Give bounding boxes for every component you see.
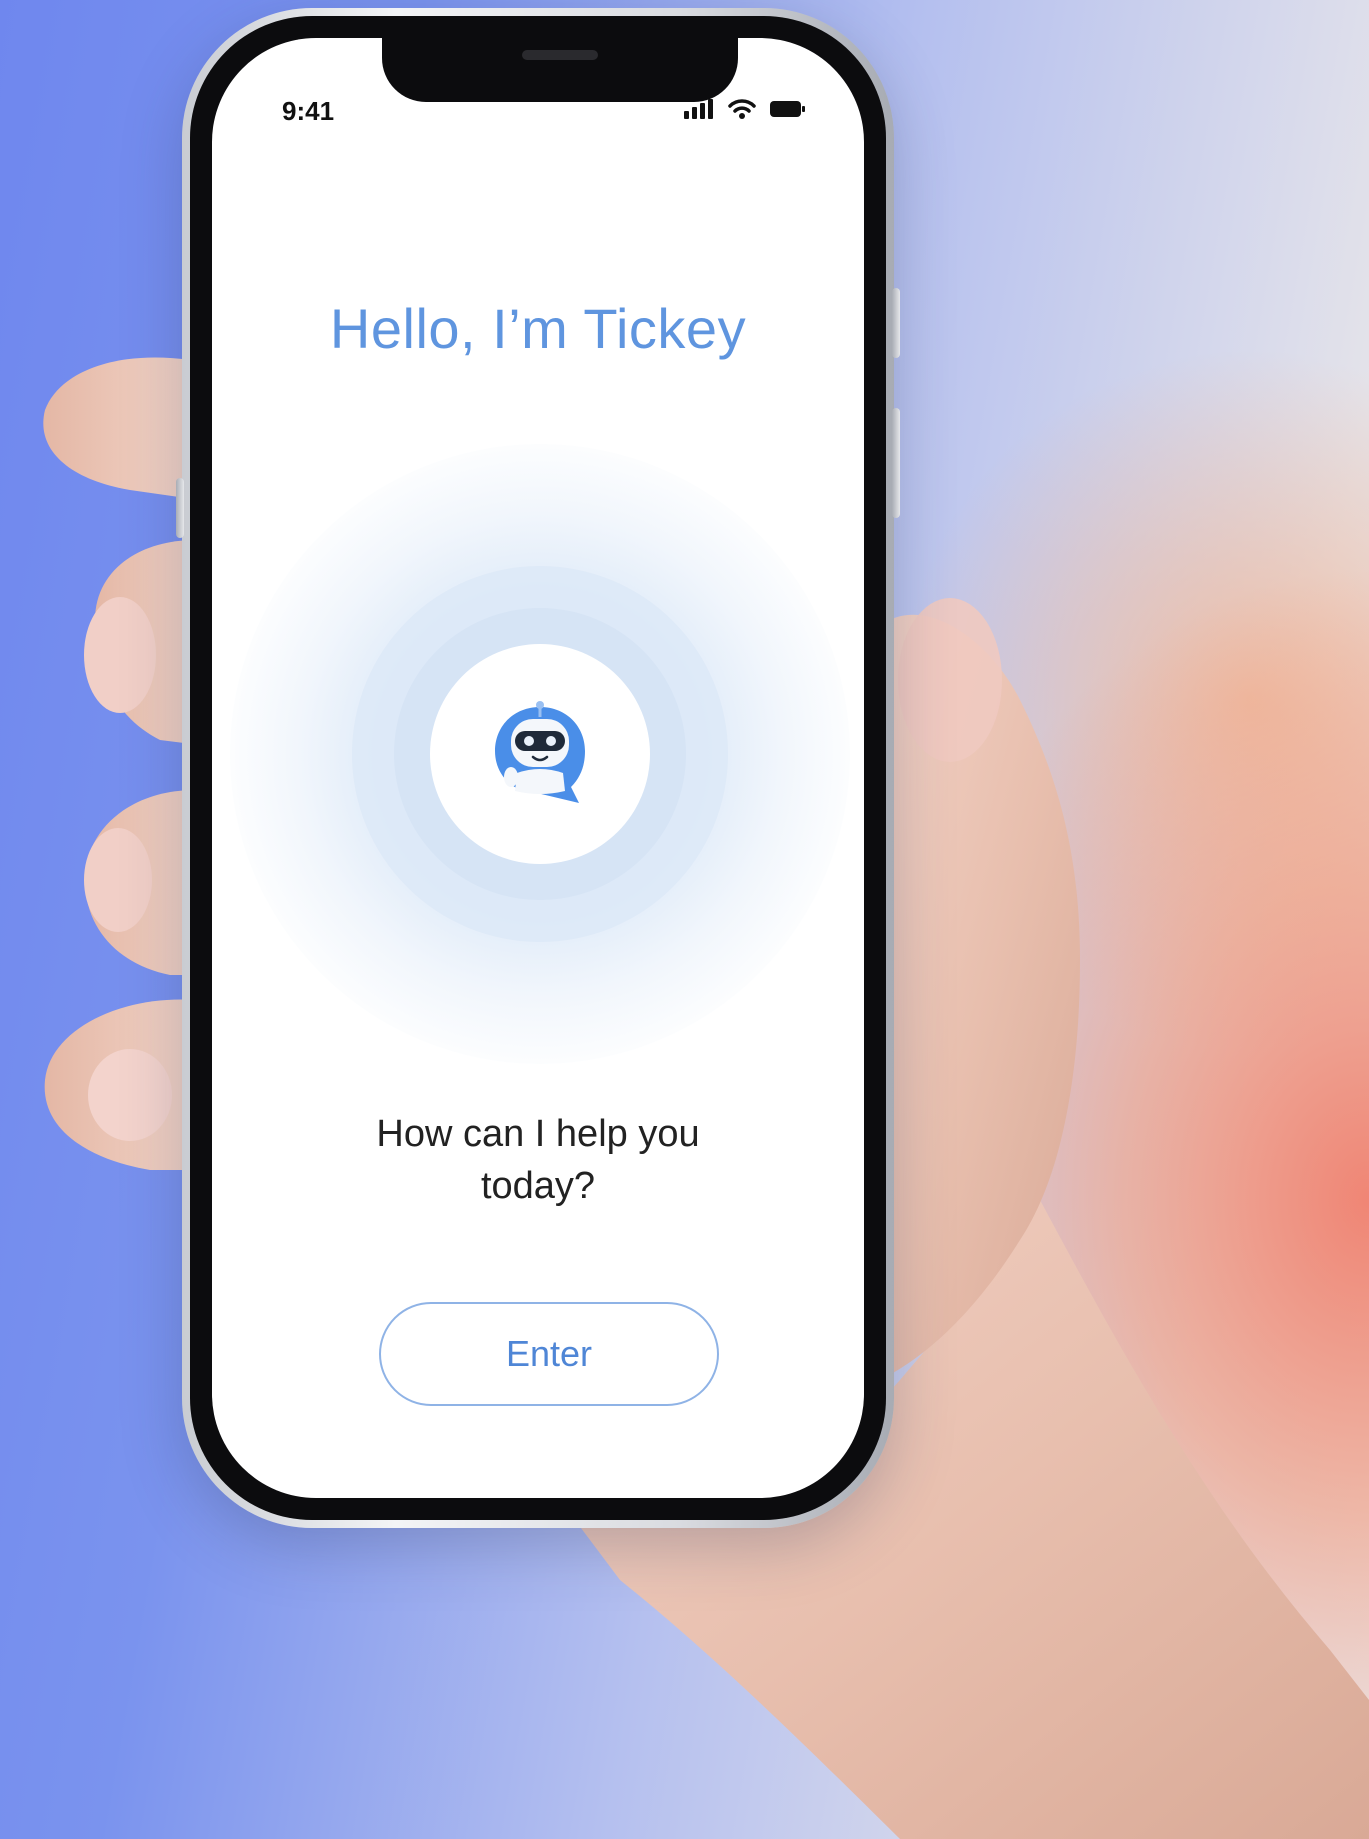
- phone-screen: 9:41 Hello, I’m Tickey How can I help yo…: [212, 38, 864, 1498]
- mute-switch: [176, 478, 184, 538]
- status-icons: [684, 98, 806, 120]
- help-prompt-line1: How can I help you: [376, 1113, 700, 1155]
- page-title: Hello, I’m Tickey: [329, 297, 747, 360]
- phone-bezel: 9:41 Hello, I’m Tickey How can I help yo…: [190, 16, 886, 1520]
- enter-button[interactable]: Enter: [379, 1302, 719, 1406]
- wifi-icon: [728, 99, 756, 119]
- volume-up-button: [892, 288, 900, 358]
- help-prompt-line2: today?: [480, 1165, 596, 1207]
- help-prompt: How can I help you today?: [212, 1108, 864, 1212]
- phone-device: 9:41 Hello, I’m Tickey How can I help yo…: [176, 8, 900, 1528]
- avatar: [430, 644, 650, 864]
- power-button: [892, 408, 900, 518]
- status-time: 9:41: [282, 96, 335, 126]
- signal-icon: [684, 99, 713, 119]
- chatbot-robot-icon: [495, 701, 585, 803]
- battery-icon: [770, 101, 805, 117]
- speaker-grille: [522, 50, 598, 60]
- notch: [382, 38, 738, 102]
